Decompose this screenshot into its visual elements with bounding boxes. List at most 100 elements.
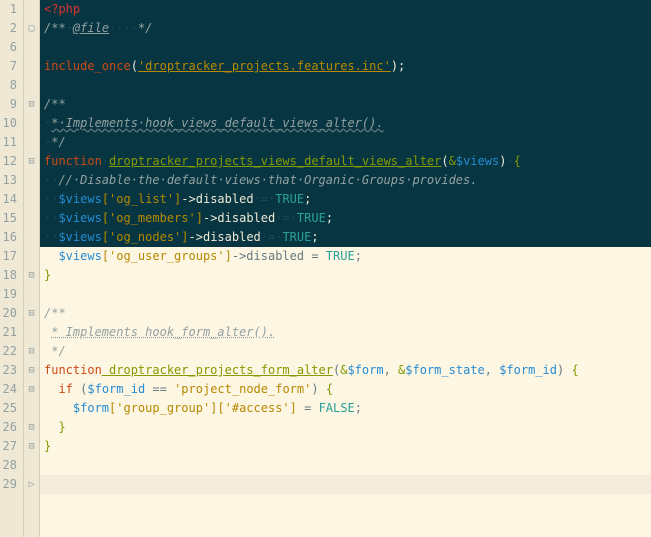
line-number: 2 [0,19,17,38]
key: ['og_members'] [102,211,203,225]
fold-mark[interactable]: ⊟ [24,380,39,399]
ws: ·=· [261,230,283,244]
bool: TRUE [326,249,355,263]
fold-mark[interactable] [24,114,39,133]
fold-mark[interactable]: ▷ [24,475,39,494]
prop: ->disabled [181,192,253,206]
fold-mark[interactable] [24,171,39,190]
code-area[interactable]: <?php /**·@file····*/ include_once('drop… [40,0,651,537]
fold-mark[interactable] [24,285,39,304]
func-name: droptracker_projects_views_default_views… [109,154,441,168]
brace: } [44,439,51,453]
code-line-current[interactable] [40,475,651,494]
prop: ->disabled [232,249,304,263]
semi: ; [398,59,405,73]
comment: /** [44,306,66,320]
code-line[interactable] [40,76,651,95]
code-line[interactable]: function droptracker_projects_form_alter… [40,361,651,380]
line-number: 14 [0,190,17,209]
code-line[interactable]: /** [40,95,651,114]
fold-mark[interactable]: ⊟ [24,418,39,437]
code-line[interactable]: } [40,437,651,456]
code-line[interactable]: ··$views['og_members']->disabled·=·TRUE; [40,209,651,228]
comment: * Implements hook_form_alter(). [51,325,275,339]
string: 'project_node_form' [174,382,311,396]
line-number: 22 [0,342,17,361]
code-line[interactable]: ··//·Disable·the·default·views·that·Orga… [40,171,651,190]
code-line[interactable]: ··$views['og_list']->disabled·=·TRUE; [40,190,651,209]
paren: ) [311,382,325,396]
code-line[interactable] [40,285,651,304]
semi: ; [355,401,362,415]
fold-mark[interactable]: ⊟ [24,342,39,361]
fold-mark[interactable] [24,456,39,475]
comment: /** [44,97,66,111]
fold-mark[interactable]: ▢ [24,19,39,38]
fold-mark[interactable]: ⊟ [24,95,39,114]
comment: */ [138,21,152,35]
comment: */ [51,135,65,149]
line-number: 13 [0,171,17,190]
amp: & [449,154,456,168]
code-line[interactable]: <?php [40,0,651,19]
eq: = [304,249,326,263]
code-line[interactable]: ·*·Implements·hook_views_default_views_a… [40,114,651,133]
ws: · [44,135,51,149]
semi: ; [326,211,333,225]
ws: ·=· [254,192,276,206]
fold-mark[interactable] [24,133,39,152]
ws [44,420,58,434]
code-line[interactable]: include_once('droptracker_projects.featu… [40,57,651,76]
fold-mark[interactable] [24,247,39,266]
line-number: 8 [0,76,17,95]
fold-mark[interactable]: ⊟ [24,266,39,285]
code-line[interactable]: /** [40,304,651,323]
fold-mark[interactable] [24,209,39,228]
line-number: 11 [0,133,17,152]
fold-mark[interactable] [24,190,39,209]
keyword: if [58,382,80,396]
code-line[interactable] [40,456,651,475]
code-line[interactable]: */ [40,342,651,361]
code-line[interactable]: ··$views['og_nodes']->disabled·=·TRUE; [40,228,651,247]
variable: $form_id [499,363,557,377]
fold-mark[interactable]: ⊟ [24,437,39,456]
fold-mark[interactable] [24,399,39,418]
fold-mark[interactable]: ⊟ [24,304,39,323]
code-line[interactable]: * Implements hook_form_alter(). [40,323,651,342]
bool: TRUE [275,192,304,206]
ws: · [44,116,51,130]
code-line[interactable]: /**·@file····*/ [40,19,651,38]
line-number: 27 [0,437,17,456]
brace: } [58,420,65,434]
fold-mark[interactable]: ⊟ [24,361,39,380]
string: 'droptracker_projects.features.inc' [138,59,391,73]
fold-mark[interactable] [24,323,39,342]
code-line[interactable]: } [40,418,651,437]
fold-mark[interactable]: ⊟ [24,152,39,171]
comment: //·Disable·the·default·views·that·Organi… [58,173,477,187]
line-number: 26 [0,418,17,437]
paren: ( [131,59,138,73]
prop: ->disabled [203,211,275,225]
code-line[interactable]: $form['group_group']['#access'] = FALSE; [40,399,651,418]
key: ['og_nodes'] [102,230,189,244]
ws: ·=· [275,211,297,225]
comma: , [384,363,398,377]
code-line[interactable]: function·droptracker_projects_views_defa… [40,152,651,171]
code-line[interactable]: $views['og_user_groups']->disabled = TRU… [40,247,651,266]
code-line[interactable]: ·*/ [40,133,651,152]
line-number: 25 [0,399,17,418]
code-line[interactable]: } [40,266,651,285]
line-number: 24 [0,380,17,399]
code-line[interactable]: if ($form_id == 'project_node_form') { [40,380,651,399]
line-number: 12 [0,152,17,171]
fold-mark[interactable] [24,228,39,247]
fold-mark[interactable] [24,0,39,19]
code-line[interactable] [40,38,651,57]
variable: $views [58,230,101,244]
fold-mark[interactable] [24,76,39,95]
fold-mark[interactable] [24,57,39,76]
line-number: 15 [0,209,17,228]
fold-mark[interactable] [24,38,39,57]
